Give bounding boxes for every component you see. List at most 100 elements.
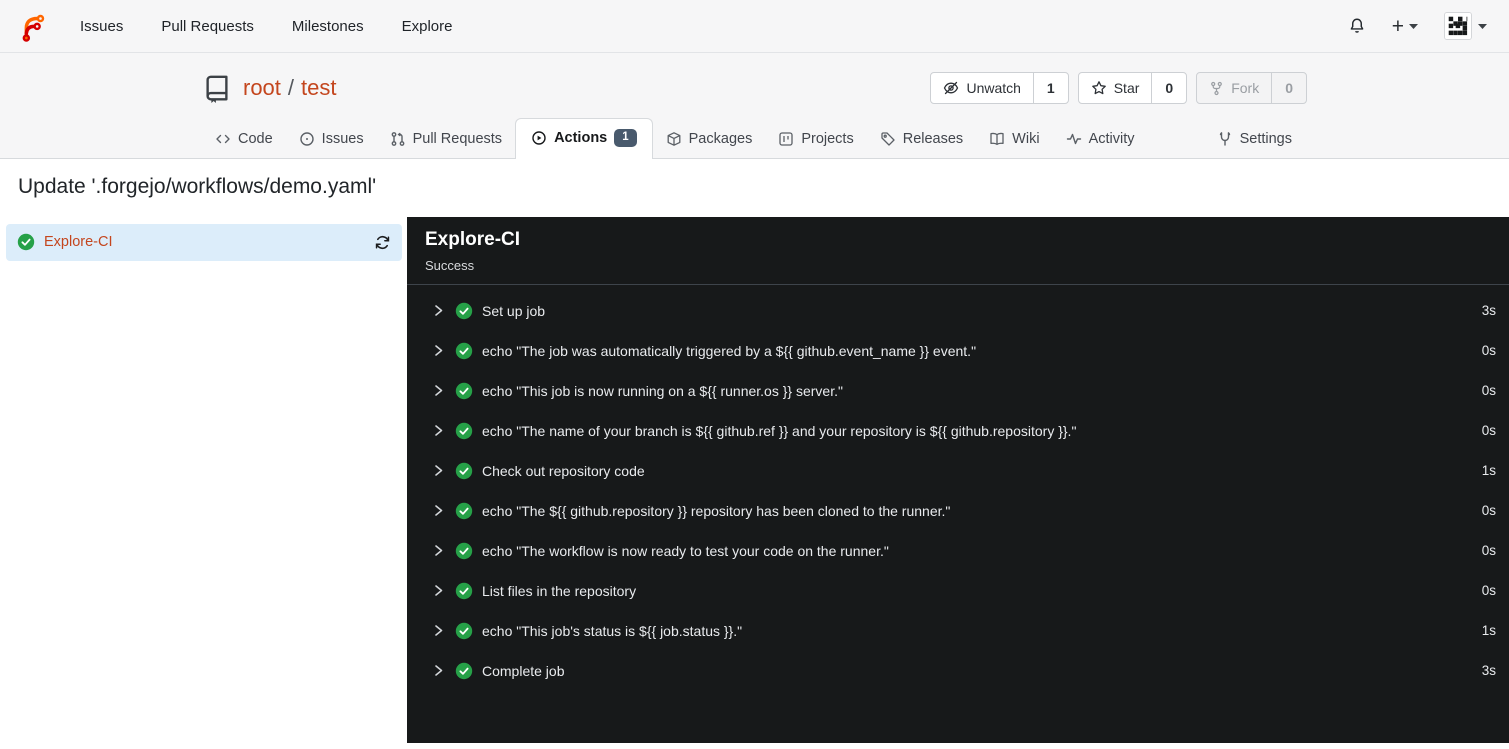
tab-pull-requests-label: Pull Requests: [412, 130, 503, 147]
step-duration: 3s: [1481, 663, 1496, 679]
repo-name-link[interactable]: test: [301, 75, 336, 101]
chevron-right-icon: [435, 385, 443, 397]
tab-code[interactable]: Code: [202, 120, 286, 158]
fork-button[interactable]: Fork: [1197, 73, 1271, 103]
step-duration: 0s: [1481, 383, 1496, 399]
navbar-right: +: [1348, 12, 1493, 40]
step-name: Set up job: [482, 302, 546, 319]
step-name: Complete job: [482, 662, 565, 679]
settings-tool-icon: [1219, 132, 1230, 146]
repo-path-separator: /: [287, 75, 295, 100]
tab-issues[interactable]: Issues: [286, 120, 377, 158]
step-success-check-icon: [455, 502, 473, 519]
step-row[interactable]: echo "This job is now running on a ${{ r…: [407, 371, 1509, 411]
tab-packages[interactable]: Packages: [653, 120, 766, 158]
repository-icon: [202, 73, 232, 103]
fork-icon: [1211, 81, 1223, 95]
chevron-down-icon: [1409, 23, 1418, 29]
top-navbar: Issues Pull Requests Milestones Explore …: [0, 0, 1509, 53]
forks-count[interactable]: 0: [1271, 73, 1306, 103]
job-success-check-icon: [17, 234, 35, 251]
repo-tabs: Code Issues Pull Requests Actions 1 Pack…: [193, 118, 1316, 159]
step-duration: 0s: [1481, 503, 1496, 519]
tab-issues-label: Issues: [321, 130, 364, 147]
step-name: Check out repository code: [482, 462, 645, 479]
forgejo-logo[interactable]: [16, 9, 50, 43]
rerun-job-icon[interactable]: [374, 234, 391, 251]
action-run-view: Update '.forgejo/workflows/demo.yaml' Ex…: [0, 158, 1509, 743]
step-row[interactable]: echo "This job's status is ${{ job.statu…: [407, 611, 1509, 651]
chevron-right-icon: [435, 585, 443, 597]
step-duration: 1s: [1481, 463, 1496, 479]
chevron-right-icon: [435, 665, 443, 677]
notifications-bell-icon[interactable]: [1348, 17, 1366, 35]
step-success-check-icon: [455, 622, 473, 639]
tab-wiki[interactable]: Wiki: [976, 120, 1052, 158]
job-log-panel: Explore-CI Success Set up job 3s echo "T…: [407, 216, 1509, 743]
create-new-button[interactable]: +: [1392, 16, 1418, 37]
tab-pull-requests[interactable]: Pull Requests: [377, 120, 515, 158]
step-row[interactable]: Complete job 3s: [407, 651, 1509, 691]
step-duration: 0s: [1481, 343, 1496, 359]
tab-actions[interactable]: Actions 1: [515, 118, 653, 159]
step-row[interactable]: echo "The name of your branch is ${{ git…: [407, 411, 1509, 451]
issue-circle-icon: [299, 132, 314, 146]
repo-owner-link[interactable]: root: [243, 75, 281, 101]
job-panel-title: Explore-CI: [425, 228, 521, 250]
nav-item-milestones[interactable]: Milestones: [292, 18, 364, 35]
project-board-icon: [779, 132, 793, 146]
step-name: echo "This job's status is ${{ job.statu…: [482, 622, 743, 639]
step-success-check-icon: [455, 662, 473, 679]
job-panel-header: Explore-CI Success: [407, 217, 1509, 285]
actions-count-badge: 1: [614, 129, 637, 147]
step-duration: 0s: [1481, 543, 1496, 559]
step-success-check-icon: [455, 422, 473, 439]
step-row[interactable]: echo "The ${{ github.repository }} repos…: [407, 491, 1509, 531]
tab-releases[interactable]: Releases: [867, 120, 976, 158]
job-status-text: Success: [425, 257, 475, 273]
job-list-item-explore-ci[interactable]: Explore-CI: [6, 223, 402, 261]
tab-activity[interactable]: Activity: [1053, 120, 1148, 158]
fork-button-group: Fork 0: [1196, 72, 1307, 104]
tag-icon: [881, 132, 895, 146]
tab-code-label: Code: [238, 130, 273, 147]
step-row[interactable]: echo "The job was automatically triggere…: [407, 331, 1509, 371]
navbar-links: Issues Pull Requests Milestones Explore: [80, 18, 452, 35]
nav-item-pull-requests[interactable]: Pull Requests: [161, 18, 254, 35]
chevron-right-icon: [435, 345, 443, 357]
star-button[interactable]: Star: [1079, 73, 1152, 103]
nav-item-explore[interactable]: Explore: [402, 18, 453, 35]
step-row[interactable]: echo "The workflow is now ready to test …: [407, 531, 1509, 571]
pull-request-icon: [391, 131, 404, 146]
step-duration: 3s: [1481, 303, 1496, 319]
tab-activity-label: Activity: [1088, 130, 1135, 147]
package-icon: [667, 131, 681, 146]
user-menu[interactable]: [1444, 12, 1487, 40]
step-success-check-icon: [455, 542, 473, 559]
step-name: echo "This job is now running on a ${{ r…: [482, 382, 843, 399]
actions-play-icon: [532, 131, 546, 145]
watchers-count[interactable]: 1: [1032, 73, 1068, 103]
repo-actions: Unwatch 1 Star 0 Fork 0: [930, 72, 1307, 104]
code-icon: [216, 134, 230, 143]
step-success-check-icon: [455, 382, 473, 399]
step-row[interactable]: Set up job 3s: [407, 291, 1509, 331]
tab-settings[interactable]: Settings: [1204, 120, 1305, 158]
step-duration: 0s: [1481, 423, 1496, 439]
tab-projects[interactable]: Projects: [765, 120, 866, 158]
eye-slash-icon: [944, 81, 959, 95]
tab-wiki-label: Wiki: [1012, 130, 1040, 147]
tab-actions-label: Actions: [554, 129, 608, 146]
nav-item-issues[interactable]: Issues: [80, 18, 123, 35]
chevron-right-icon: [435, 545, 443, 557]
stars-count[interactable]: 0: [1151, 73, 1186, 103]
step-row[interactable]: List files in the repository 0s: [407, 571, 1509, 611]
unwatch-button[interactable]: Unwatch: [931, 73, 1032, 103]
star-button-group: Star 0: [1077, 72, 1188, 104]
step-name: echo "The workflow is now ready to test …: [482, 542, 889, 559]
job-steps-list: Set up job 3s echo "The job was automati…: [407, 285, 1509, 691]
step-name: List files in the repository: [482, 582, 637, 599]
star-label: Star: [1113, 80, 1140, 96]
step-name: echo "The job was automatically triggere…: [482, 342, 977, 359]
step-row[interactable]: Check out repository code 1s: [407, 451, 1509, 491]
